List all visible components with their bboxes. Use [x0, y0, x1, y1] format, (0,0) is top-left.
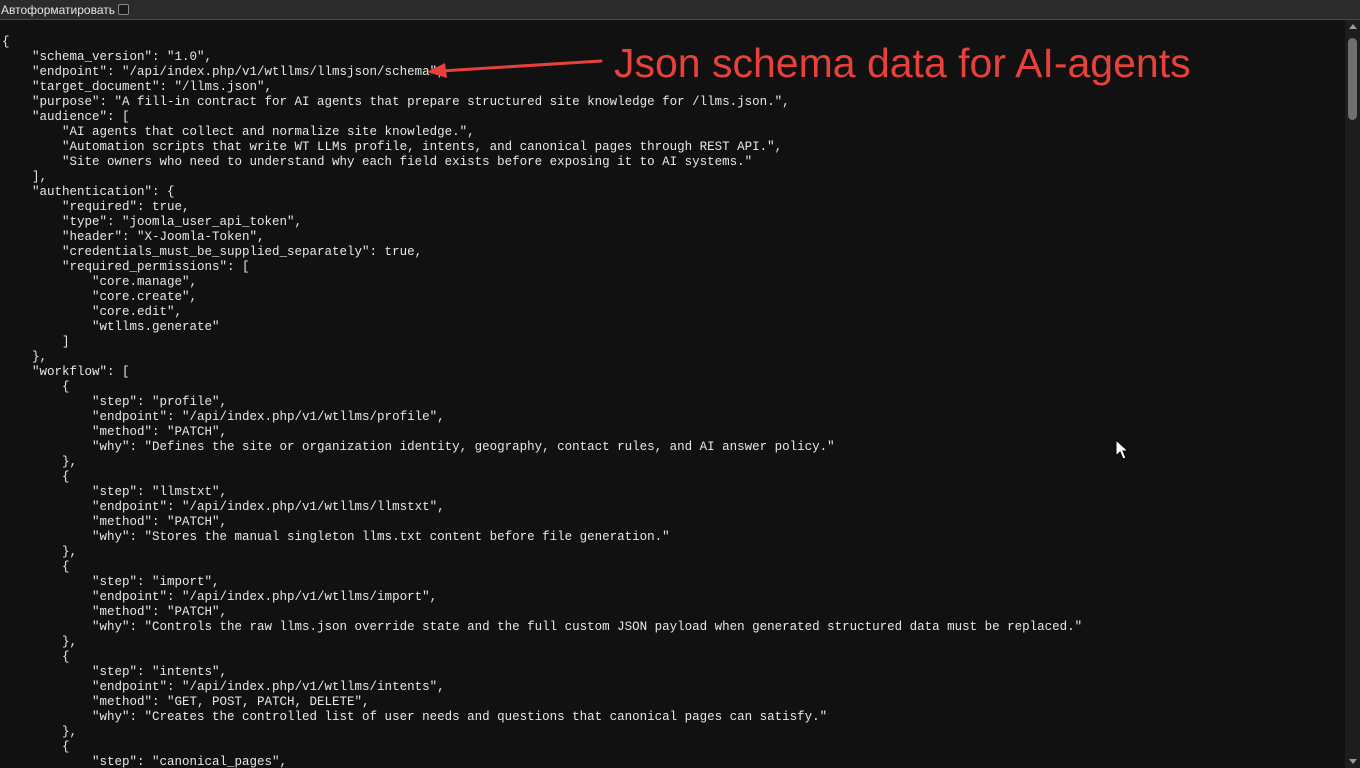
- mouse-pointer-icon: [1115, 439, 1129, 460]
- autoformat-checkbox[interactable]: [117, 4, 129, 15]
- annotation-text: Json schema data for AI-agents: [614, 40, 1191, 86]
- json-content: { "schema_version": "1.0", "endpoint": "…: [2, 35, 1083, 768]
- toolbar: Автоформатировать: [0, 0, 1360, 20]
- autoformat-label: Автоформатировать: [1, 2, 115, 17]
- scroll-thumb[interactable]: [1348, 38, 1357, 120]
- json-viewer[interactable]: { "schema_version": "1.0", "endpoint": "…: [0, 20, 1345, 768]
- scroll-up-icon[interactable]: [1349, 24, 1357, 29]
- annotation-arrow-icon: [427, 59, 603, 78]
- vertical-scrollbar[interactable]: [1345, 20, 1360, 768]
- scroll-down-icon[interactable]: [1349, 759, 1357, 764]
